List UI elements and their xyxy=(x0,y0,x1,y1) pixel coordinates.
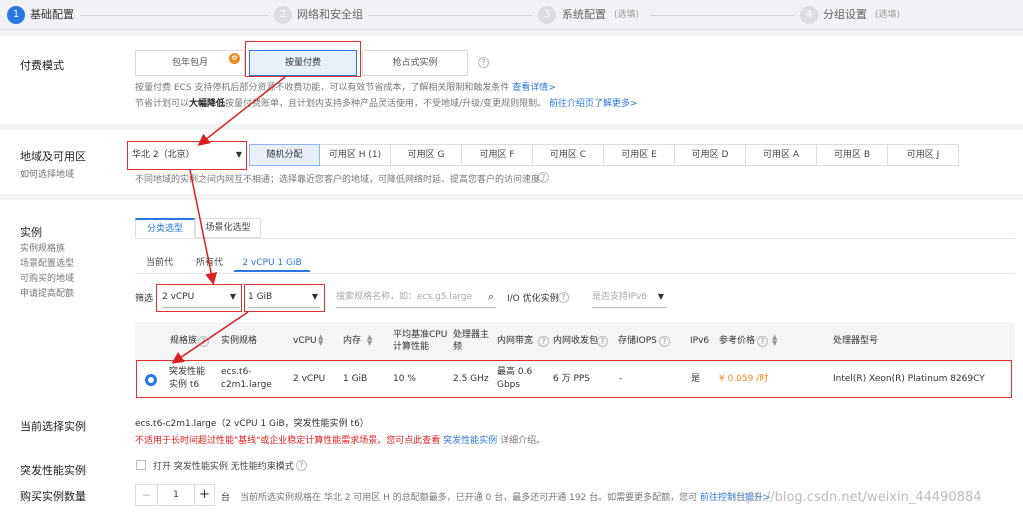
arrow-filter-to-row xyxy=(171,311,249,364)
watermark: https://blog.csdn.net/weixin_44490884 xyxy=(728,490,982,505)
arrow-billing-to-region xyxy=(197,76,286,146)
arrow-region-to-filter xyxy=(189,169,218,285)
annotation-arrows xyxy=(171,76,286,364)
